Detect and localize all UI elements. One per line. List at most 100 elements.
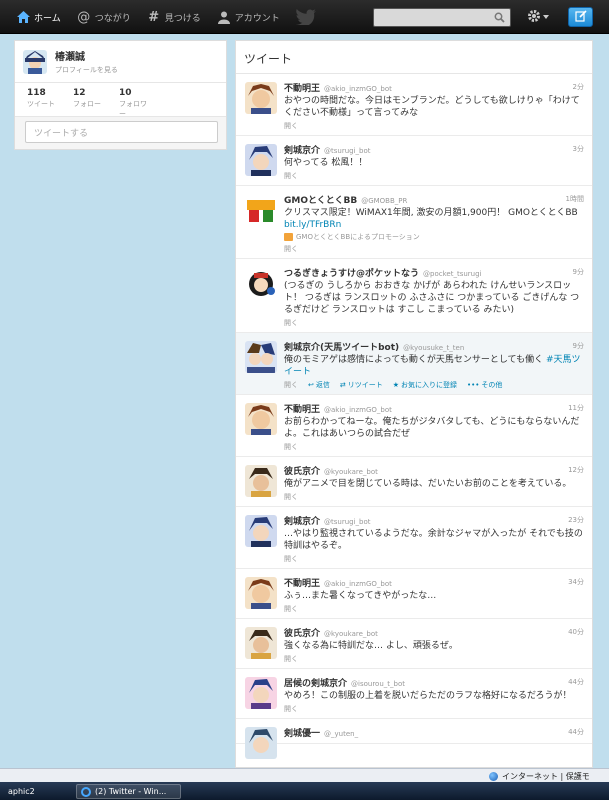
tweet-timestamp[interactable]: 40分 [568,627,584,637]
avatar[interactable] [245,267,277,299]
twitter-bird-icon[interactable] [296,9,316,27]
avatar[interactable] [245,727,277,759]
tweet-item[interactable]: GMOとくとくBB @GMOBB_PR 1時間 クリスマス限定！WiMAX1年間,… [236,186,592,259]
tweet-timestamp[interactable]: 2分 [573,82,584,92]
tweet-handle[interactable]: @_yuten_ [324,730,358,738]
tweet-timestamp[interactable]: 34分 [568,577,584,587]
tweet-item[interactable]: 剣城京介 @tsurugi_bot 3分 何やってる 松風！！ 開く [236,136,592,186]
tweet-author-name[interactable]: 剣城京介 [284,514,320,527]
tweet-item[interactable]: 彼氏京介 @kyoukare_bot 12分 俺がアニメで目を閉じている時は、だい… [236,457,592,507]
tweet-text: クリスマス限定！WiMAX1年間, 激安の月額1,900円！ GMOとくとくBB… [284,207,584,231]
nav-connect[interactable]: @ つながり [71,0,137,34]
tweet-author-name[interactable]: GMOとくとくBB [284,193,357,206]
tweet-open-link[interactable]: 開く [284,492,584,502]
nav-discover[interactable]: # 見つける [141,0,207,34]
tweet-open-link[interactable]: 開く [284,442,584,452]
taskbar-item-browser[interactable]: (2) Twitter - Win... [76,784,181,799]
compose-tweet-button[interactable] [568,7,593,27]
tweet-handle[interactable]: @kyoukare_bot [324,630,378,638]
stat-followers[interactable]: 10 フォロワー [107,83,153,118]
tweet-author-name[interactable]: 彼氏京介 [284,464,320,477]
tweet-timestamp[interactable]: 11分 [568,403,584,413]
tweet-handle[interactable]: @isourou_t_bot [351,680,405,688]
avatar[interactable] [245,403,277,435]
tweet-author-name[interactable]: 剣城優一 [284,726,320,739]
nav-account-label: アカウント [234,13,280,24]
avatar[interactable] [245,577,277,609]
tweet-open-link[interactable]: 開く [284,318,584,328]
tweet-handle[interactable]: @GMOBB_PR [361,197,407,205]
tweet-timestamp[interactable]: 3分 [573,144,584,154]
tweet-item[interactable]: 剣城京介 @tsurugi_bot 23分 …やはり監視されているようだな。余計な… [236,507,592,569]
nav-account[interactable]: アカウント [211,0,286,34]
avatar[interactable] [245,515,277,547]
profile-name[interactable]: 椿瀬誠 [55,48,118,63]
compose-tweet-input[interactable]: ツイートする [25,121,218,143]
security-zone[interactable]: インターネット | 保護モ [489,769,590,783]
avatar[interactable] [245,82,277,114]
gear-icon [527,9,541,26]
tweet-timestamp[interactable]: 23分 [568,515,584,525]
tweet-handle[interactable]: @kyousuke_t_ten [403,344,464,352]
tweet-timestamp[interactable]: 1時間 [566,194,584,204]
search-icon[interactable] [494,12,505,23]
stat-tweets[interactable]: 118 ツイート [15,83,61,116]
favorite-action[interactable]: ★ お気に入りに登録 [393,380,457,390]
tweet-handle[interactable]: @tsurugi_bot [324,518,371,526]
tweet-open-link[interactable]: 開く [284,121,584,131]
avatar[interactable] [245,341,277,373]
nav-home[interactable]: ホーム [10,0,67,34]
tweet-item[interactable]: 剣城優一 @_yuten_ 44分 [236,719,592,759]
tweet-open-link[interactable]: 開く [284,604,584,614]
search-input[interactable] [373,8,511,27]
tweet-author-name[interactable]: 不動明王 [284,81,320,94]
tweet-item[interactable]: 不動明王 @akio_inzmGO_bot 2分 おやつの時間だな。今日はモンブラ… [236,74,592,136]
tweet-timestamp[interactable]: 12分 [568,465,584,475]
tweet-open-link[interactable]: 開く [284,244,584,254]
tweet-item[interactable]: 不動明王 @akio_inzmGO_bot 34分 ふぅ…また暑くなってきやがった… [236,569,592,619]
view-profile-link[interactable]: プロフィールを見る [55,65,118,75]
tweet-timestamp[interactable]: 9分 [573,267,584,277]
tweet-handle[interactable]: @akio_inzmGO_bot [324,580,392,588]
tweet-handle[interactable]: @akio_inzmGO_bot [324,85,392,93]
tweet-author-name[interactable]: 彼氏京介 [284,626,320,639]
tweet-timestamp[interactable]: 44分 [568,677,584,687]
more-action[interactable]: ••• その他 [467,380,502,390]
settings-menu[interactable] [527,9,553,25]
profile-card[interactable]: 椿瀬誠 プロフィールを見る [15,41,226,83]
tweet-open-link[interactable]: 開く [284,654,584,664]
avatar[interactable] [245,627,277,659]
tweet-timestamp[interactable]: 9分 [573,341,584,351]
tweet-handle[interactable]: @tsurugi_bot [324,147,371,155]
avatar[interactable] [245,194,277,226]
tweet-author-name[interactable]: 不動明王 [284,402,320,415]
tweet-author-name[interactable]: 剣城京介(天馬ツイートbot) [284,340,399,353]
avatar[interactable] [245,144,277,176]
tweet-open-link[interactable]: 開く [284,380,298,390]
tweet-handle[interactable]: @akio_inzmGO_bot [324,406,392,414]
tweet-link[interactable]: bit.ly/TFrBRn [284,220,341,230]
tweet-handle[interactable]: @kyoukare_bot [324,468,378,476]
tweet-author-name[interactable]: 剣城京介 [284,143,320,156]
avatar[interactable] [23,49,47,74]
tweet-item[interactable]: つるぎきょうすけ@ポケットなう @pocket_tsurugi 9分 (つるぎの … [236,259,592,333]
tweet-item[interactable]: 居候の剣城京介 @isourou_t_bot 44分 やめろ！この制服の上着を脱い… [236,669,592,719]
tweet-author-name[interactable]: 不動明王 [284,576,320,589]
avatar[interactable] [245,677,277,709]
tweet-open-link[interactable]: 開く [284,704,584,714]
tweet-open-link[interactable]: 開く [284,554,584,564]
tweet-author-name[interactable]: つるぎきょうすけ@ポケットなう [284,266,419,279]
promoted-label[interactable]: GMOとくとくBBによるプロモーション [284,232,584,242]
taskbar-item[interactable]: aphic2 [4,784,74,799]
retweet-action[interactable]: ⇄ リツイート [340,380,383,390]
avatar[interactable] [245,465,277,497]
reply-action[interactable]: ↩ 返信 [308,380,330,390]
tweet-author-name[interactable]: 居候の剣城京介 [284,676,347,689]
tweet-item[interactable]: 不動明王 @akio_inzmGO_bot 11分 お前らわかってねーな。俺たちが… [236,395,592,457]
tweet-item[interactable]: 彼氏京介 @kyoukare_bot 40分 強くなる為に特訓だな… よし、頑張る… [236,619,592,669]
tweet-item-hovered[interactable]: 剣城京介(天馬ツイートbot) @kyousuke_t_ten 9分 俺のモミアゲ… [236,333,592,395]
tweet-handle[interactable]: @pocket_tsurugi [423,270,481,278]
tweet-open-link[interactable]: 開く [284,171,584,181]
tweet-timestamp[interactable]: 44分 [568,727,584,737]
stat-following[interactable]: 12 フォロー [61,83,107,116]
